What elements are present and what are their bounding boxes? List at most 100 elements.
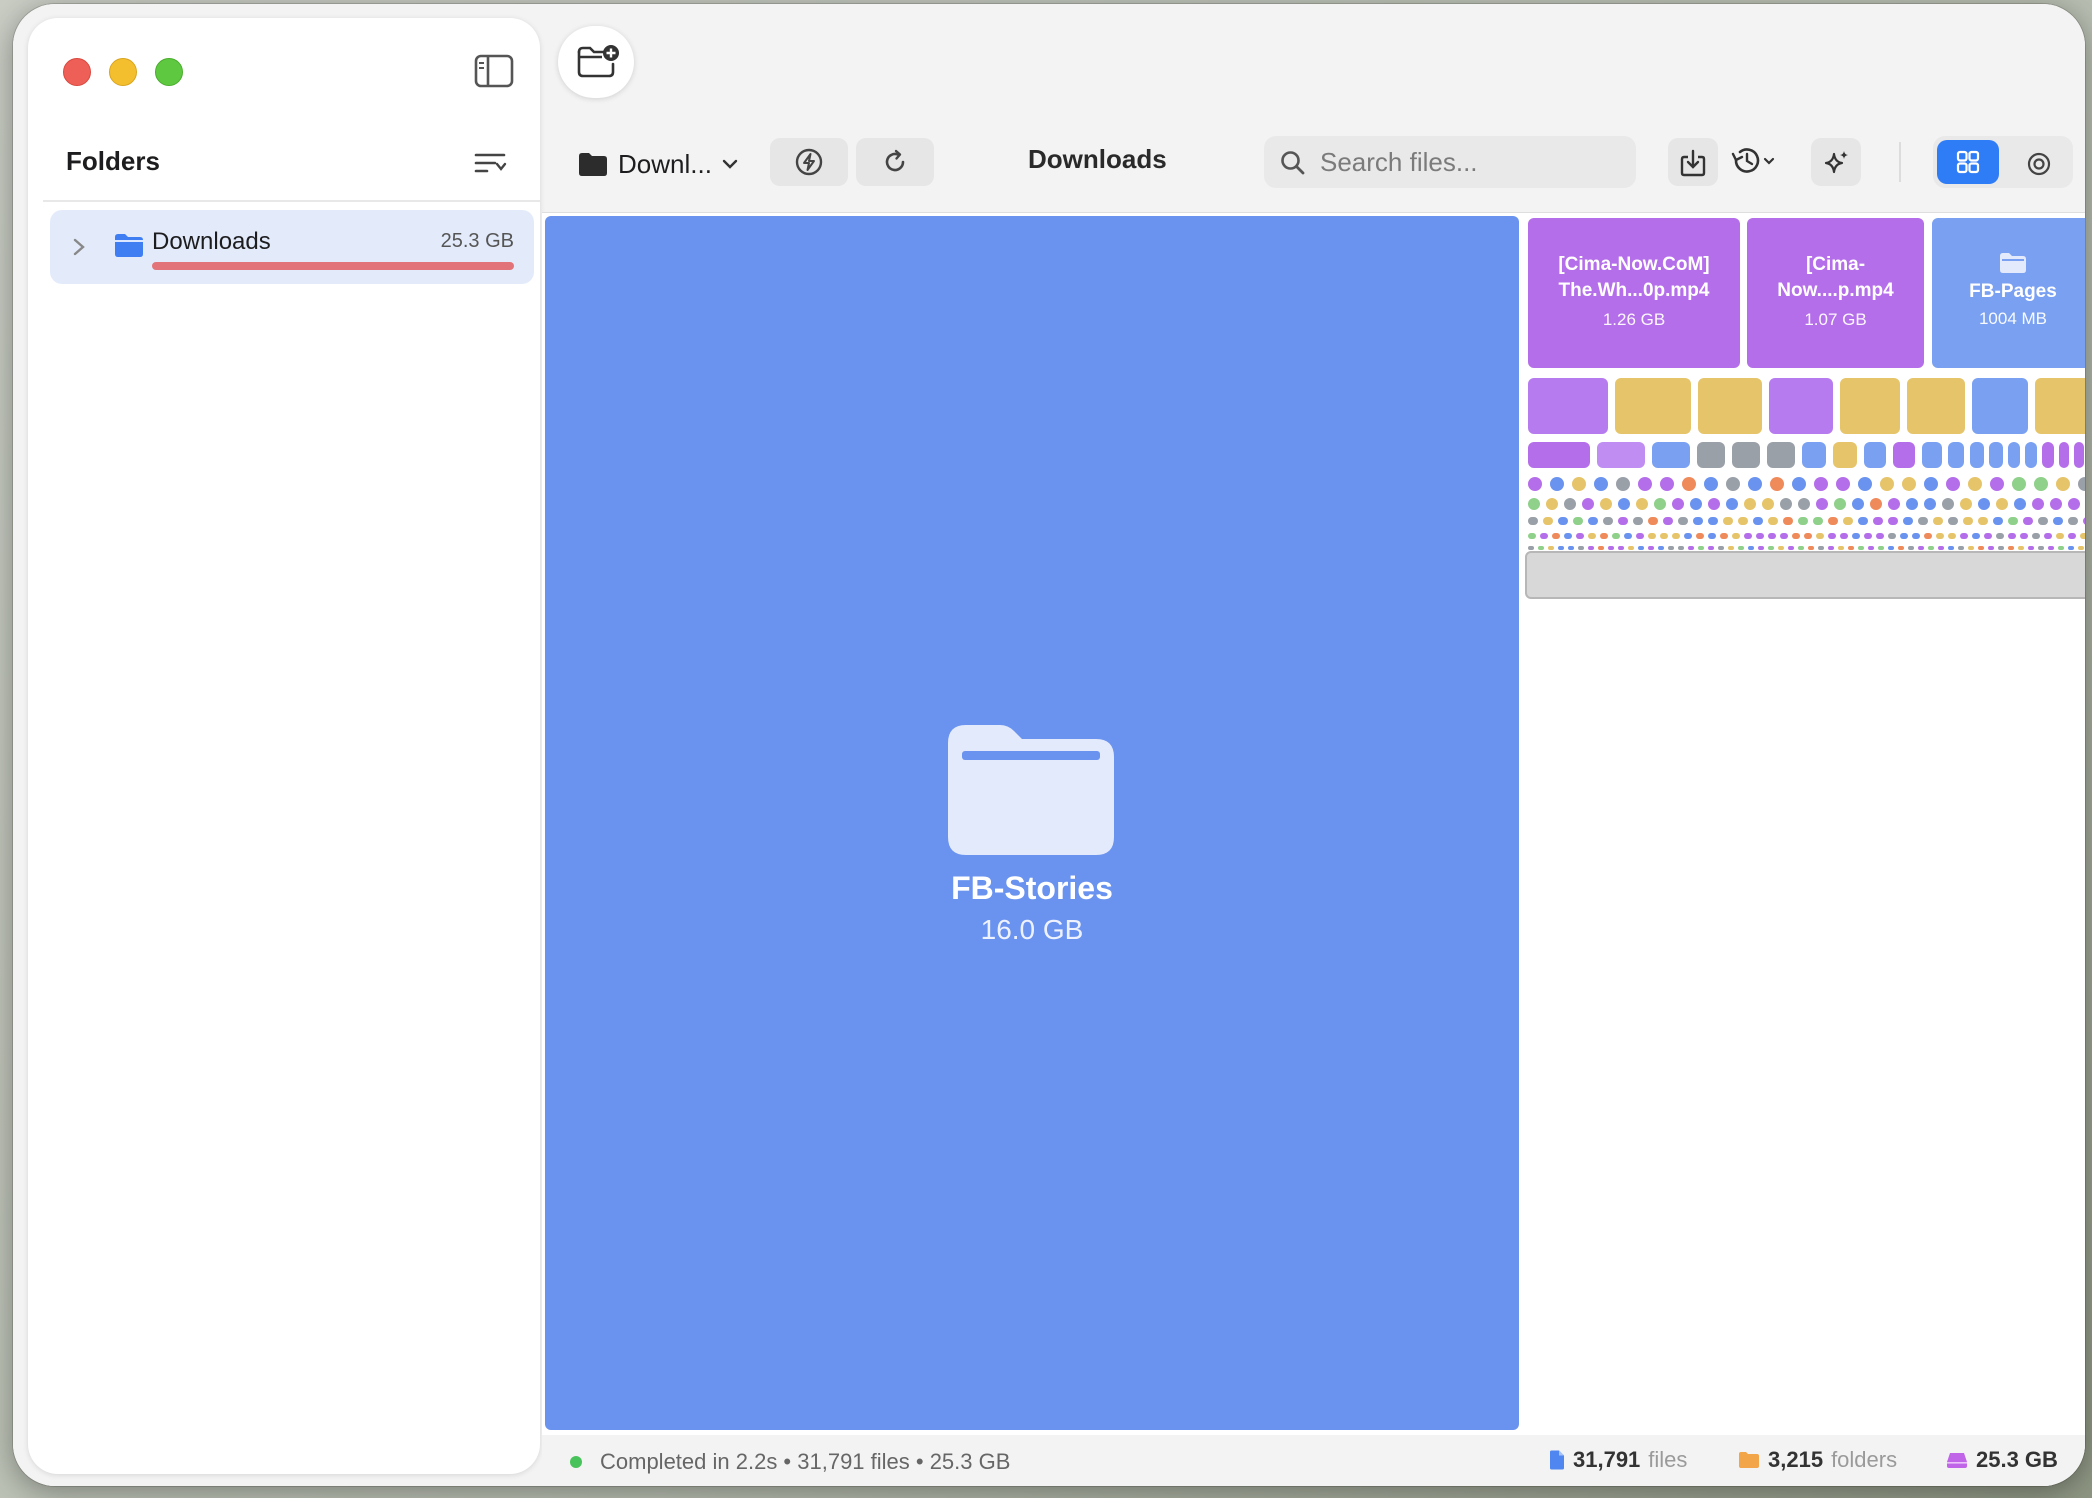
treemap-tiny-tile[interactable] xyxy=(1693,517,1703,525)
treemap-tiny-tile[interactable] xyxy=(1804,533,1812,539)
treemap-tiny-tile[interactable] xyxy=(1902,477,1916,491)
treemap-tiny-tile[interactable] xyxy=(1783,517,1793,525)
treemap-tiny-tile[interactable] xyxy=(2044,533,2052,539)
treemap-tiny-tile[interactable] xyxy=(1924,477,1938,491)
treemap-tiny-tile[interactable] xyxy=(2068,517,2078,525)
treemap-tiny-tile[interactable] xyxy=(1816,533,1824,539)
treemap-tile-video-2[interactable]: [Cima- Now....p.mp4 1.07 GB xyxy=(1747,218,1924,368)
treemap-tiny-tile[interactable] xyxy=(1546,498,1558,510)
treemap-tile[interactable] xyxy=(1833,442,1857,468)
treemap-tiny-tile[interactable] xyxy=(1938,546,1944,550)
treemap-tile[interactable] xyxy=(1989,442,2003,468)
treemap-tiny-tile[interactable] xyxy=(1660,477,1674,491)
treemap-tiny-tile[interactable] xyxy=(1996,498,2008,510)
treemap-tiny-tile[interactable] xyxy=(1672,533,1680,539)
treemap-tiny-tile[interactable] xyxy=(2020,533,2028,539)
treemap-tiny-tile[interactable] xyxy=(1918,517,1928,525)
treemap-tiny-tile[interactable] xyxy=(2048,546,2054,550)
treemap-tiny-tile[interactable] xyxy=(1528,477,1542,491)
treemap-tiny-tile[interactable] xyxy=(1638,477,1652,491)
treemap-tiny-tile[interactable] xyxy=(1648,533,1656,539)
treemap-tiny-tile[interactable] xyxy=(1548,546,1554,550)
treemap-tile[interactable] xyxy=(1698,378,1762,434)
treemap-tiny-tile[interactable] xyxy=(1836,477,1850,491)
treemap-tiny-tile[interactable] xyxy=(1908,546,1914,550)
treemap-tiny-tile[interactable] xyxy=(1864,533,1872,539)
treemap-tile[interactable] xyxy=(1652,442,1690,468)
treemap-tiny-tile[interactable] xyxy=(1906,498,1918,510)
treemap-tiny-tile[interactable] xyxy=(1798,517,1808,525)
treemap-tiny-tile[interactable] xyxy=(1720,533,1728,539)
treemap-tiny-tile[interactable] xyxy=(2058,546,2064,550)
treemap-tiny-tile[interactable] xyxy=(2053,517,2063,525)
treemap-tiny-tile[interactable] xyxy=(1888,533,1896,539)
treemap-tiny-tile[interactable] xyxy=(1948,533,1956,539)
treemap-tiny-tile[interactable] xyxy=(1582,498,1594,510)
treemap-tile[interactable] xyxy=(2042,442,2054,468)
treemap-tiny-tile[interactable] xyxy=(1880,477,1894,491)
treemap-tiny-tile[interactable] xyxy=(1718,546,1724,550)
treemap-tiny-tile[interactable] xyxy=(1756,533,1764,539)
treemap-tile[interactable] xyxy=(1922,442,1942,468)
treemap-tiny-tile[interactable] xyxy=(1528,533,1536,539)
treemap-tiny-tile[interactable] xyxy=(1668,546,1674,550)
treemap-tiny-tile[interactable] xyxy=(1852,533,1860,539)
treemap-tiny-tile[interactable] xyxy=(1558,517,1568,525)
treemap-tiny-tile[interactable] xyxy=(1588,546,1594,550)
treemap-tiny-tile[interactable] xyxy=(1528,517,1538,525)
treemap-tiny-tile[interactable] xyxy=(1753,517,1763,525)
treemap-tiny-tile[interactable] xyxy=(1543,517,1553,525)
treemap-tile[interactable] xyxy=(1907,378,1965,434)
treemap-tiny-tile[interactable] xyxy=(2078,477,2085,491)
treemap-tiny-tile[interactable] xyxy=(1942,498,1954,510)
treemap-tiny-tile[interactable] xyxy=(1578,546,1584,550)
close-window-button[interactable] xyxy=(63,58,91,86)
treemap-tiny-tile[interactable] xyxy=(1933,517,1943,525)
treemap-tiny-tile[interactable] xyxy=(1552,533,1560,539)
treemap-tiny-tile[interactable] xyxy=(1573,517,1583,525)
treemap-tiny-tile[interactable] xyxy=(1704,477,1718,491)
treemap-tiny-tile[interactable] xyxy=(2080,533,2085,539)
treemap-tiny-tile[interactable] xyxy=(2056,533,2064,539)
treemap-tiny-tile[interactable] xyxy=(1888,498,1900,510)
treemap-tiny-tile[interactable] xyxy=(1998,546,2004,550)
treemap-tiny-tile[interactable] xyxy=(1828,533,1836,539)
treemap-tiny-tile[interactable] xyxy=(1600,533,1608,539)
treemap-tiny-tile[interactable] xyxy=(1732,533,1740,539)
treemap-tiny-tile[interactable] xyxy=(1708,498,1720,510)
treemap-tile[interactable] xyxy=(2059,442,2069,468)
treemap-tile[interactable] xyxy=(2074,442,2084,468)
treemap-tiny-tile[interactable] xyxy=(1792,477,1806,491)
treemap-tiny-tile[interactable] xyxy=(1858,517,1868,525)
treemap-tiny-tile[interactable] xyxy=(1818,546,1824,550)
treemap-tiny-tile[interactable] xyxy=(1684,533,1692,539)
treemap-tiny-tile[interactable] xyxy=(1968,477,1982,491)
treemap-tiny-tile[interactable] xyxy=(1898,546,1904,550)
treemap-tiny-tile[interactable] xyxy=(1696,533,1704,539)
treemap-tiny-tile[interactable] xyxy=(1878,546,1884,550)
treemap-tiny-tile[interactable] xyxy=(2008,533,2016,539)
treemap-tiny-tile[interactable] xyxy=(1744,533,1752,539)
treemap-tiny-tile[interactable] xyxy=(2014,498,2026,510)
treemap-tiny-tile[interactable] xyxy=(1538,546,1544,550)
treemap-tiny-tile[interactable] xyxy=(1843,517,1853,525)
search-input[interactable] xyxy=(1320,142,1620,182)
treemap-tiny-tile[interactable] xyxy=(1972,533,1980,539)
treemap-tiny-tile[interactable] xyxy=(1828,546,1834,550)
treemap-tile[interactable] xyxy=(1840,378,1900,434)
treemap-tiny-tile[interactable] xyxy=(1780,533,1788,539)
treemap-tiny-tile[interactable] xyxy=(1996,533,2004,539)
treemap-tile[interactable] xyxy=(1802,442,1826,468)
treemap-tiny-tile[interactable] xyxy=(1968,546,1974,550)
treemap-tiny-tile[interactable] xyxy=(1744,498,1756,510)
treemap-tile[interactable] xyxy=(1732,442,1760,468)
treemap-tiny-tile[interactable] xyxy=(1658,546,1664,550)
treemap-tiny-tile[interactable] xyxy=(1852,498,1864,510)
treemap-tiny-tile[interactable] xyxy=(1633,517,1643,525)
treemap-tiny-tile[interactable] xyxy=(1840,533,1848,539)
treemap-tiny-tile[interactable] xyxy=(1758,546,1764,550)
treemap-tiny-tile[interactable] xyxy=(1903,517,1913,525)
treemap-tiny-tile[interactable] xyxy=(1924,533,1932,539)
treemap-tiny-tile[interactable] xyxy=(2012,477,2026,491)
treemap-tile[interactable] xyxy=(1948,442,1964,468)
